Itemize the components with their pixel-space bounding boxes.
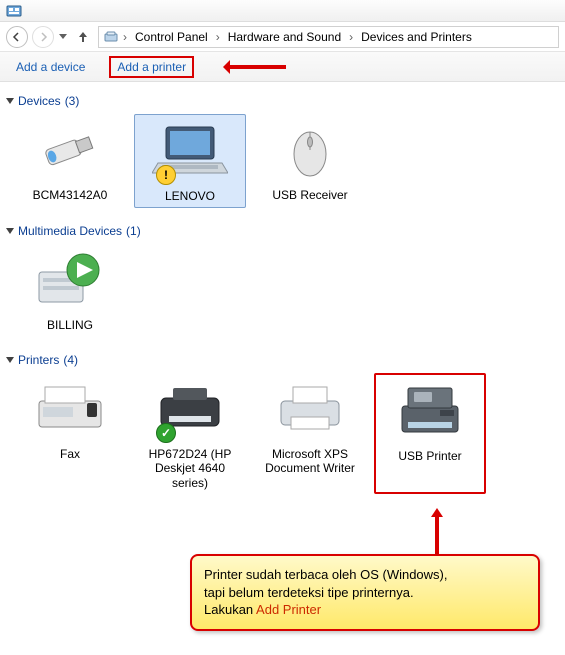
group-name: Printers: [18, 353, 59, 367]
collapse-icon: [6, 228, 14, 234]
group-header-printers[interactable]: Printers (4): [2, 347, 563, 369]
callout-line: tapi belum terdeteksi tipe printernya.: [204, 584, 526, 602]
group-header-devices[interactable]: Devices (3): [2, 88, 563, 110]
chevron-right-icon[interactable]: ›: [121, 30, 129, 44]
device-label: BCM43142A0: [16, 188, 124, 202]
printer-label: USB Printer: [380, 449, 480, 463]
printer-mfp-icon: [390, 379, 470, 443]
printer-item[interactable]: Fax: [14, 373, 126, 494]
callout-line: Printer sudah terbaca oleh OS (Windows),: [204, 566, 526, 584]
printer-label: Microsoft XPS Document Writer: [256, 447, 364, 476]
annotation-callout: Printer sudah terbaca oleh OS (Windows),…: [190, 554, 540, 631]
printer-item[interactable]: Microsoft XPS Document Writer: [254, 373, 366, 494]
group-count: (1): [126, 224, 141, 238]
device-label: BILLING: [16, 318, 124, 332]
group-items-multimedia: BILLING: [2, 240, 563, 346]
laptop-icon: !: [150, 119, 230, 183]
group-name: Devices: [18, 94, 61, 108]
breadcrumb-item[interactable]: Hardware and Sound: [224, 30, 345, 44]
printer-label: Fax: [16, 447, 124, 461]
add-printer-button[interactable]: Add a printer: [109, 56, 194, 78]
printer-generic-icon: [270, 377, 350, 441]
annotation-arrow-left: [216, 58, 286, 76]
fax-icon: [30, 377, 110, 441]
printer-item[interactable]: ✓ HP672D24 (HP Deskjet 4640 series): [134, 373, 246, 494]
location-icon: [103, 29, 119, 45]
chevron-right-icon[interactable]: ›: [347, 30, 355, 44]
device-label: LENOVO: [137, 189, 243, 203]
up-button[interactable]: [72, 26, 94, 48]
title-bar: [0, 0, 565, 22]
content-area: Devices (3) BCM43142A0 ! LENOVO USB Rece…: [0, 82, 565, 510]
group-count: (4): [63, 353, 78, 367]
printer-deskjet-icon: ✓: [150, 377, 230, 441]
window-icon: [6, 3, 22, 19]
media-pc-icon: [30, 248, 110, 312]
group-name: Multimedia Devices: [18, 224, 122, 238]
device-item[interactable]: USB Receiver: [254, 114, 366, 208]
recent-locations-button[interactable]: [58, 26, 68, 48]
device-item[interactable]: BILLING: [14, 244, 126, 336]
mouse-icon: [270, 118, 350, 182]
device-label: USB Receiver: [256, 188, 364, 202]
address-bar[interactable]: › Control Panel › Hardware and Sound › D…: [98, 26, 559, 48]
group-count: (3): [65, 94, 80, 108]
collapse-icon: [6, 98, 14, 104]
printer-label: HP672D24 (HP Deskjet 4640 series): [136, 447, 244, 490]
back-button[interactable]: [6, 26, 28, 48]
command-bar: Add a device Add a printer: [0, 52, 565, 82]
annotation-arrow-down: [434, 508, 440, 554]
group-header-multimedia[interactable]: Multimedia Devices (1): [2, 218, 563, 240]
group-items-devices: BCM43142A0 ! LENOVO USB Receiver: [2, 110, 563, 218]
usb-dongle-icon: [30, 118, 110, 182]
navigation-bar: › Control Panel › Hardware and Sound › D…: [0, 22, 565, 52]
breadcrumb-item[interactable]: Devices and Printers: [357, 30, 476, 44]
device-item[interactable]: ! LENOVO: [134, 114, 246, 208]
printer-item-highlighted[interactable]: USB Printer: [374, 373, 486, 494]
collapse-icon: [6, 357, 14, 363]
forward-button[interactable]: [32, 26, 54, 48]
checkmark-badge-icon: ✓: [156, 423, 176, 443]
callout-line: Lakukan Add Printer: [204, 601, 526, 619]
breadcrumb-item[interactable]: Control Panel: [131, 30, 212, 44]
group-items-printers: Fax ✓ HP672D24 (HP Deskjet 4640 series) …: [2, 369, 563, 504]
add-device-button[interactable]: Add a device: [8, 56, 93, 78]
chevron-right-icon[interactable]: ›: [214, 30, 222, 44]
warning-badge-icon: !: [156, 165, 176, 185]
device-item[interactable]: BCM43142A0: [14, 114, 126, 208]
